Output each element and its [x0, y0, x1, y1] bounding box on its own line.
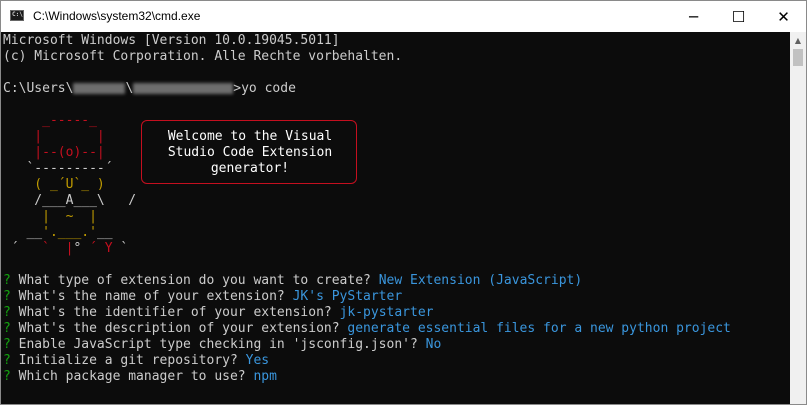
question-mark: ?: [3, 305, 11, 320]
close-button[interactable]: ✕: [761, 1, 806, 32]
welcome-bubble: Welcome to the Visual Studio Code Extens…: [141, 120, 357, 184]
question-line: ? What type of extension do you want to …: [3, 273, 582, 289]
question-line: ? What's the identifier of your extensio…: [3, 305, 433, 321]
question-text: What type of extension do you want to cr…: [10, 273, 379, 288]
prompt-command: >yo code: [233, 81, 296, 96]
vertical-scrollbar[interactable]: ▲: [790, 32, 806, 404]
answer-text: jk-pystarter: [339, 305, 434, 320]
question-line: ? What's the name of your extension? JK'…: [3, 289, 402, 305]
answer-text: generate essential files for a new pytho…: [347, 321, 731, 336]
redacted-username: [73, 83, 126, 94]
question-line: ? What's the description of your extensi…: [3, 321, 731, 337]
scrollbar-thumb[interactable]: [793, 49, 803, 66]
question-text: Initialize a git repository?: [10, 353, 246, 368]
question-line: ? Initialize a git repository? Yes: [3, 353, 269, 369]
bubble-line-2: Studio Code Extension: [167, 145, 333, 160]
prompt-line: C:\Users\ \ >yo code: [3, 81, 296, 97]
prompt-separator: \: [125, 81, 134, 96]
question-line: ? Which package manager to use? npm: [3, 369, 277, 385]
question-text: Which package manager to use?: [10, 369, 254, 384]
answer-text: New Extension (JavaScript): [378, 273, 583, 288]
question-text: Enable JavaScript type checking in 'jsco…: [10, 337, 426, 352]
bubble-line-3: generator!: [210, 161, 290, 176]
question-mark: ?: [3, 273, 11, 288]
answer-text: JK's PyStarter: [292, 289, 403, 304]
title-bar[interactable]: C:\ C:\Windows\system32\cmd.exe ─ ☐ ✕: [1, 1, 806, 32]
answer-text: npm: [253, 369, 277, 384]
question-line: ? Enable JavaScript type checking in 'js…: [3, 337, 441, 353]
answer-text: Yes: [245, 353, 270, 368]
prompt-prefix: C:\Users\: [3, 81, 74, 96]
question-text: What's the name of your extension?: [10, 289, 293, 304]
cmd-app-icon-text: C:\: [12, 11, 23, 18]
window-title: C:\Windows\system32\cmd.exe: [33, 9, 201, 23]
banner-line-copyright: (c) Microsoft Corporation. Alle Rechte v…: [3, 49, 403, 64]
question-text: What's the description of your extension…: [10, 321, 348, 336]
scroll-up-arrow-icon[interactable]: ▲: [790, 32, 806, 48]
maximize-button[interactable]: ☐: [716, 1, 761, 32]
yeoman-ascii-art: _-----_ | | |--(o)--| `---------´ ( _´U`…: [3, 113, 137, 256]
question-mark: ?: [3, 289, 11, 304]
cmd-app-icon[interactable]: C:\: [10, 10, 24, 21]
question-mark: ?: [3, 353, 11, 368]
bubble-line-1: Welcome to the Visual: [167, 129, 333, 144]
console-output[interactable]: Microsoft Windows [Version 10.0.19045.50…: [1, 32, 790, 404]
question-text: What's the identifier of your extension?: [10, 305, 340, 320]
cmd-window: C:\ C:\Windows\system32\cmd.exe ─ ☐ ✕ Mi…: [0, 0, 807, 405]
question-mark: ?: [3, 369, 11, 384]
minimize-button[interactable]: ─: [671, 1, 716, 32]
question-mark: ?: [3, 321, 11, 336]
banner-line-version: Microsoft Windows [Version 10.0.19045.50…: [3, 33, 340, 48]
answer-text: No: [425, 337, 442, 352]
redacted-folder: [133, 83, 234, 94]
question-mark: ?: [3, 337, 11, 352]
